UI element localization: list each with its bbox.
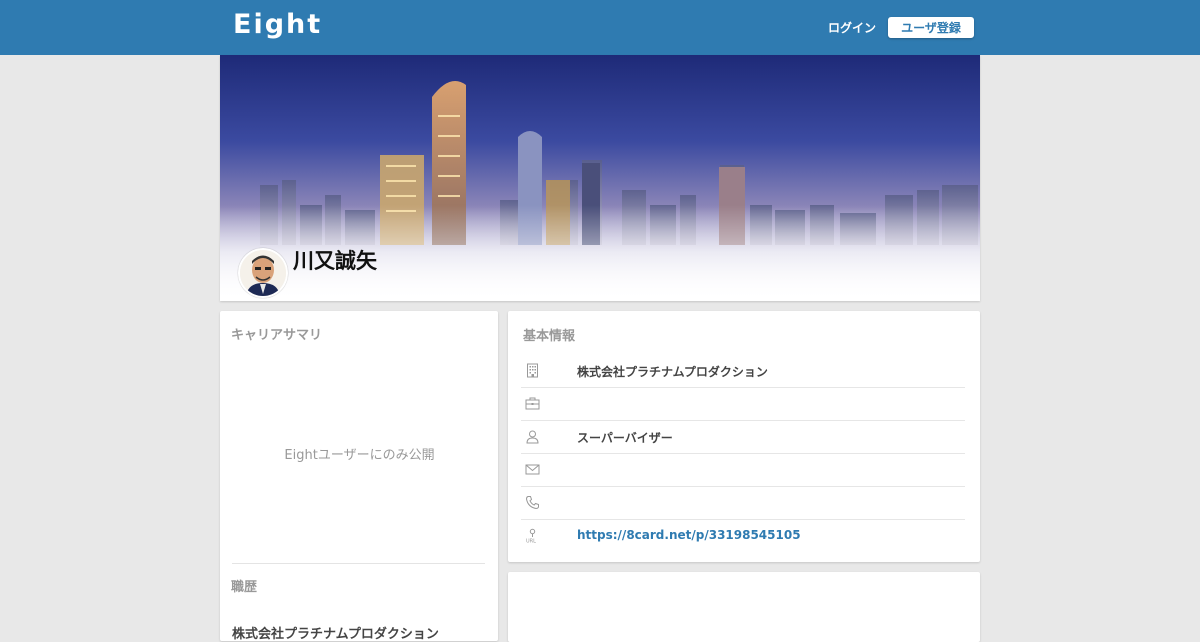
building-icon <box>527 363 538 378</box>
info-row-url: URL https://8card.net/p/33198545105 <box>521 519 965 552</box>
login-link[interactable]: ログイン <box>828 19 876 36</box>
person-icon <box>526 430 539 444</box>
briefcase-icon <box>525 397 540 410</box>
top-bar: Eight ログイン ユーザ登録 <box>0 0 1200 55</box>
info-row-email <box>521 453 965 487</box>
profile-header: 川又誠矢 <box>220 55 980 301</box>
url-icon: URL <box>526 528 536 544</box>
job-title: スーパーバイザー <box>577 431 673 445</box>
work-history-item: 株式会社プラチナムプロダクション <box>232 627 439 642</box>
work-history-title: 職歴 <box>231 580 258 595</box>
divider <box>232 563 485 564</box>
basic-info-card: 基本情報 株式会社プラチナムプロダクション スーパーバイザー URL https… <box>508 311 980 562</box>
info-row-department <box>521 387 965 421</box>
basic-info-title: 基本情報 <box>523 329 576 344</box>
phone-icon <box>525 496 539 510</box>
avatar <box>238 248 288 298</box>
private-note: Eightユーザーにのみ公開 <box>284 448 435 463</box>
mail-icon <box>525 464 540 475</box>
svg-text:URL: URL <box>526 539 536 544</box>
profile-url-link[interactable]: https://8card.net/p/33198545105 <box>577 528 801 542</box>
company-name: 株式会社プラチナムプロダクション <box>577 365 768 379</box>
eight-logo[interactable]: Eight <box>233 9 322 40</box>
secondary-card <box>508 572 980 642</box>
avatar-illustration <box>240 250 286 296</box>
career-summary-card: キャリアサマリ Eightユーザーにのみ公開 職歴 株式会社プラチナムプロダクシ… <box>220 311 498 642</box>
info-row-company: 株式会社プラチナムプロダクション <box>521 354 965 388</box>
info-row-phone <box>521 486 965 520</box>
info-row-title: スーパーバイザー <box>521 420 965 454</box>
career-summary-title: キャリアサマリ <box>231 328 323 343</box>
register-button[interactable]: ユーザ登録 <box>888 17 974 38</box>
profile-name: 川又誠矢 <box>293 249 377 273</box>
